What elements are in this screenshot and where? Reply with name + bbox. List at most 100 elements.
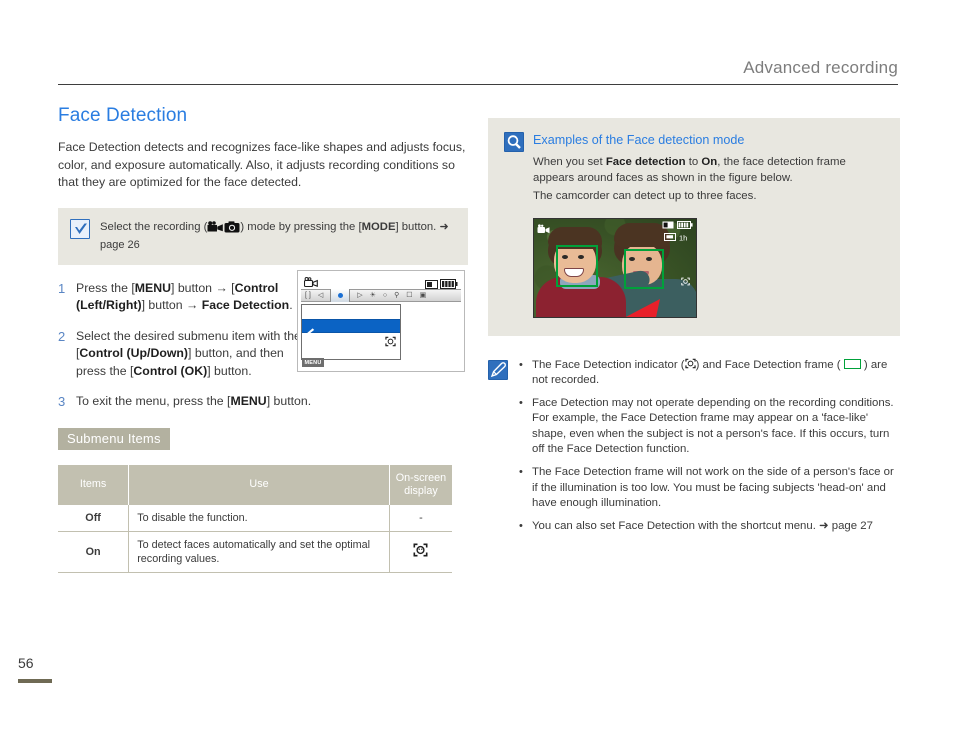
note-text-a: The Face Detection indicator ( — [532, 358, 685, 371]
photo-status-top-right-2: 1h — [664, 233, 693, 242]
manual-page: Advanced recording Face Detection Face D… — [0, 0, 954, 730]
emphasis-text: Face detection — [605, 156, 686, 168]
brackets-icon[interactable]: [ ] — [305, 292, 311, 299]
frame-icon[interactable]: ☐ — [406, 292, 412, 299]
examples-header: Examples of the Face detection mode — [504, 132, 884, 152]
face-detection-icon — [385, 334, 396, 352]
svg-text:1h: 1h — [679, 233, 687, 242]
table-cell-osd — [388, 531, 452, 573]
step-text: Select the desired submenu item with the… — [76, 328, 308, 381]
record-mode-icon — [303, 275, 318, 288]
lcd-status-bar — [301, 274, 461, 289]
body-text: ] button. — [207, 363, 252, 378]
table-row: On To detect faces automatically and set… — [58, 531, 452, 573]
lcd-menu-button[interactable]: MENU — [302, 358, 324, 367]
section-intro: Face Detection detects and recognizes fa… — [58, 140, 466, 189]
pointer-arrow-icon — [620, 287, 690, 317]
notes-section: The Face Detection indicator ( ) and Face… — [488, 358, 900, 542]
step-text: To exit the menu, press the [MENU] butto… — [76, 393, 311, 411]
table-header-items: Items — [58, 464, 130, 505]
step-number: 2 — [58, 328, 66, 344]
page-header: Advanced recording — [58, 58, 898, 85]
table-header-osd: On-screen display — [389, 464, 452, 505]
face-detection-frame-left — [556, 244, 598, 287]
left-chevron-icon[interactable]: ◁ — [318, 292, 323, 299]
page-header-title: Advanced recording — [743, 58, 898, 77]
lcd-submenu-row-empty — [302, 305, 400, 319]
submenu-table: Items Use On-screen display Off To disab… — [58, 464, 452, 573]
lcd-screen: [ ] ◁ ▷ ☀ ○ ⚲ ☐ ▣ MENU — [301, 274, 461, 368]
note-item[interactable]: You can also set Face Detection with the… — [519, 519, 900, 535]
page-number: 56 — [18, 655, 34, 671]
camcorder-lcd-illustration: [ ] ◁ ▷ ☀ ○ ⚲ ☐ ▣ MENU — [297, 270, 465, 372]
table-header-use: Use — [128, 464, 390, 505]
step-text: Press the [MENU] button → [Control (Left… — [76, 280, 308, 315]
examples-body: When you set Face detection to On, the f… — [504, 155, 884, 186]
examples-body-line2: The camcorder can detect up to three fac… — [533, 190, 757, 202]
examples-box: Examples of the Face detection mode When… — [488, 118, 900, 336]
camcorder-icon — [207, 220, 224, 238]
lcd-submenu-panel — [301, 304, 401, 360]
note-text-b: ) and Face Detection frame ( — [695, 358, 844, 371]
lcd-tab-selected[interactable] — [330, 289, 351, 302]
step-item-3: 3 To exit the menu, press the [MENU] but… — [58, 393, 468, 411]
magnifier-icon[interactable]: ⚲ — [394, 292, 399, 299]
notes-list: The Face Detection indicator ( ) and Face… — [517, 358, 900, 542]
table-cell-item: On — [58, 531, 130, 573]
table-row: Off To disable the function. - — [58, 504, 452, 532]
header-divider — [58, 84, 898, 85]
palette-icon[interactable]: ☀ — [370, 292, 376, 299]
note-item: The Face Detection frame will not work o… — [519, 465, 900, 512]
emphasis-text: MENU — [230, 394, 267, 408]
lcd-menu-tab-bar[interactable]: [ ] ◁ ▷ ☀ ○ ⚲ ☐ ▣ — [301, 289, 461, 302]
white-balance-icon[interactable]: ○ — [383, 292, 387, 299]
table-cell-osd: - — [388, 504, 452, 532]
table-cell-use: To detect faces automatically and set th… — [128, 531, 390, 573]
note-item: The Face Detection indicator ( ) and Face… — [519, 358, 900, 389]
check-icon — [70, 218, 90, 239]
right-chevron-icon[interactable]: ▷ — [357, 292, 362, 299]
tip-text-after: ) mode by pressing the [ — [240, 220, 362, 233]
lcd-submenu-row-selected[interactable] — [302, 319, 400, 335]
page-number-rule — [18, 679, 52, 683]
display-icon[interactable]: ▣ — [420, 292, 427, 299]
step-number: 1 — [58, 280, 66, 296]
example-photo: 1h — [533, 217, 697, 318]
examples-title: Examples of the Face detection mode — [533, 133, 745, 147]
emphasis-text: On — [701, 156, 718, 168]
body-text: to — [685, 156, 702, 168]
body-text: Press the [ — [76, 280, 135, 295]
emphasis-text: Face Detection — [201, 298, 290, 312]
right-column: Examples of the Face detection mode When… — [488, 118, 900, 541]
emphasis-text: Control (Up/Down) — [79, 346, 189, 360]
tip-text: Select the recording ( ) mode by pressing… — [100, 219, 456, 253]
body-text: . — [289, 298, 293, 312]
magnifier-icon — [504, 132, 524, 152]
emphasis-text: MENU — [134, 280, 171, 295]
photo-status-top-right — [662, 220, 693, 229]
table-cell-item: Off — [58, 504, 130, 532]
blue-dot-icon — [337, 293, 343, 298]
table-header-row: Items Use On-screen display — [58, 464, 452, 505]
body-text: To exit the menu, press the [ — [76, 394, 231, 408]
emphasis-text: Control (OK) — [133, 363, 208, 378]
body-text: ] button. — [266, 394, 312, 408]
tip-mode-label: MODE — [361, 220, 396, 233]
face-detection-icon — [684, 358, 696, 371]
face-detection-icon — [413, 543, 428, 560]
body-text: When you set — [533, 156, 606, 168]
tip-text-before: Select the recording ( — [100, 220, 208, 233]
camera-icon — [224, 220, 240, 238]
body-text: ] button → — [141, 298, 202, 312]
table-cell-use: To disable the function. — [128, 504, 390, 532]
lcd-submenu-row-on[interactable] — [302, 333, 400, 347]
page-title: Face Detection — [58, 105, 188, 126]
tip-text-end: ] button. — [395, 220, 437, 233]
pen-icon — [488, 359, 508, 380]
body-text: ] button → [ — [171, 280, 235, 295]
note-item: Face Detection may not operate depending… — [519, 396, 900, 458]
tip-box: Select the recording ( ) mode by pressing… — [58, 207, 468, 265]
face-detection-frame-right — [624, 248, 664, 289]
submenu-items-label: Submenu Items — [58, 427, 170, 450]
face-detection-frame-icon — [843, 358, 861, 369]
